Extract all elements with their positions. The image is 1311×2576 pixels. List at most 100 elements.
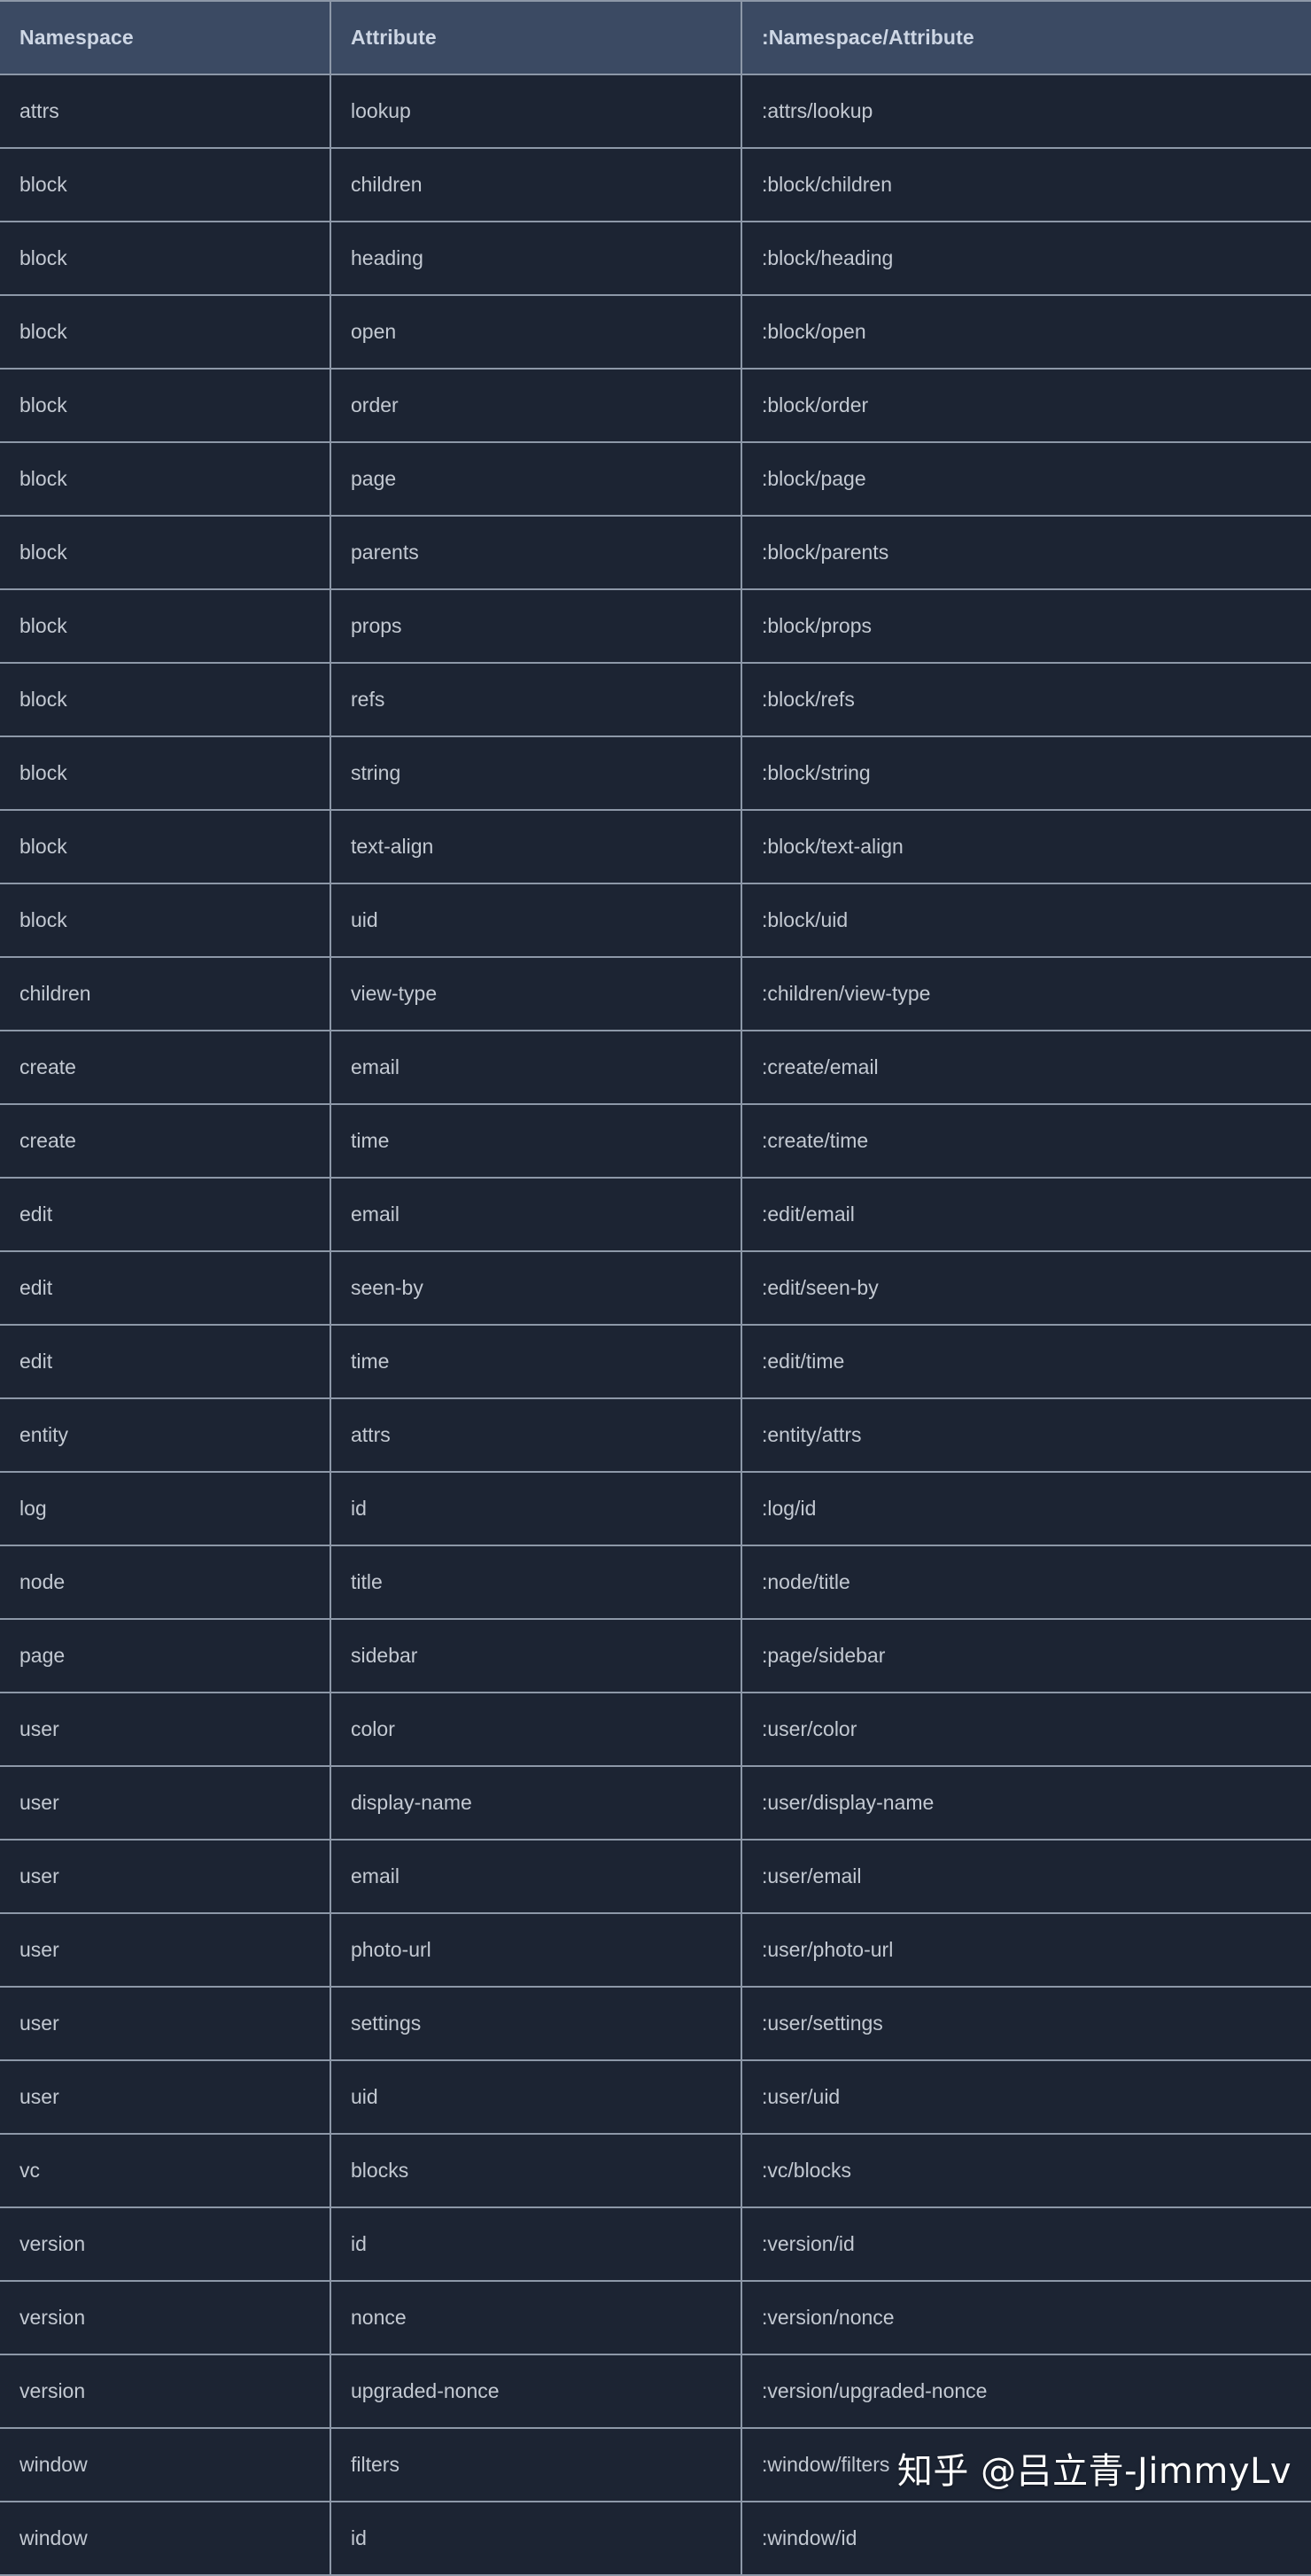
table-row: version id:version/id xyxy=(0,2207,1311,2282)
cell-namespace: block xyxy=(0,295,331,370)
cell-namespace: block xyxy=(0,442,331,517)
cell-namespace: block xyxy=(0,369,331,443)
table-row: block page:block/page xyxy=(0,442,1311,517)
cell-qualified-attribute: :block/open xyxy=(741,295,1311,370)
cell-namespace: window xyxy=(0,2428,331,2502)
cell-attribute: attrs xyxy=(330,1398,742,1473)
cell-qualified-attribute: :window/id xyxy=(741,2502,1311,2576)
cell-attribute: settings xyxy=(330,1987,742,2061)
cell-qualified-attribute: :vc/blocks xyxy=(741,2134,1311,2208)
table-row: window id:window/id xyxy=(0,2502,1311,2576)
cell-attribute: blocks xyxy=(330,2134,742,2208)
cell-namespace: version xyxy=(0,2281,331,2355)
cell-qualified-attribute: :version/upgraded-nonce xyxy=(741,2354,1311,2429)
cell-qualified-attribute: :version/id xyxy=(741,2207,1311,2282)
table-body: attrs lookup:attrs/lookup block children:bl… xyxy=(0,74,1311,2576)
table-row: user photo-url:user/photo-url xyxy=(0,1913,1311,1988)
table-row: block children:block/children xyxy=(0,148,1311,222)
cell-attribute: view-type xyxy=(330,957,742,1031)
table-row: children view-type:children/view-type xyxy=(0,957,1311,1031)
cell-attribute: email xyxy=(330,1031,742,1105)
cell-namespace: node xyxy=(0,1545,331,1620)
cell-qualified-attribute: :user/photo-url xyxy=(741,1913,1311,1988)
cell-qualified-attribute: :create/time xyxy=(741,1104,1311,1179)
table-row: create email:create/email xyxy=(0,1031,1311,1105)
cell-qualified-attribute: :block/heading xyxy=(741,222,1311,296)
cell-qualified-attribute: :version/nonce xyxy=(741,2281,1311,2355)
cell-attribute: string xyxy=(330,736,742,811)
table-header: Namespace Attribute :Namespace/Attribute xyxy=(0,0,1311,75)
cell-namespace: create xyxy=(0,1031,331,1105)
cell-qualified-attribute: :user/color xyxy=(741,1693,1311,1767)
table-row: entity attrs:entity/attrs xyxy=(0,1398,1311,1473)
table-row: user email:user/email xyxy=(0,1840,1311,1914)
cell-namespace: page xyxy=(0,1619,331,1693)
table-row: user color:user/color xyxy=(0,1693,1311,1767)
cell-attribute: title xyxy=(330,1545,742,1620)
cell-qualified-attribute: :edit/seen-by xyxy=(741,1251,1311,1326)
cell-namespace: user xyxy=(0,1766,331,1841)
cell-qualified-attribute: :window/filters xyxy=(741,2428,1311,2502)
cell-attribute: photo-url xyxy=(330,1913,742,1988)
cell-qualified-attribute: :page/sidebar xyxy=(741,1619,1311,1693)
table-row: edit email:edit/email xyxy=(0,1178,1311,1252)
cell-qualified-attribute: :create/email xyxy=(741,1031,1311,1105)
cell-namespace: vc xyxy=(0,2134,331,2208)
cell-namespace: version xyxy=(0,2207,331,2282)
cell-attribute: lookup xyxy=(330,74,742,149)
column-header-attribute[interactable]: Attribute xyxy=(330,0,742,75)
cell-namespace: block xyxy=(0,222,331,296)
cell-qualified-attribute: :block/order xyxy=(741,369,1311,443)
cell-attribute: parents xyxy=(330,516,742,590)
table-row: block props:block/props xyxy=(0,589,1311,664)
column-header-qualified-attribute[interactable]: :Namespace/Attribute xyxy=(741,0,1311,75)
table-row: version nonce:version/nonce xyxy=(0,2281,1311,2355)
cell-qualified-attribute: :block/props xyxy=(741,589,1311,664)
cell-namespace: edit xyxy=(0,1178,331,1252)
cell-namespace: version xyxy=(0,2354,331,2429)
cell-namespace: entity xyxy=(0,1398,331,1473)
cell-namespace: create xyxy=(0,1104,331,1179)
cell-namespace: user xyxy=(0,1840,331,1914)
cell-namespace: children xyxy=(0,957,331,1031)
cell-attribute: text-align xyxy=(330,810,742,884)
table-row: block text-align:block/text-align xyxy=(0,810,1311,884)
cell-qualified-attribute: :user/display-name xyxy=(741,1766,1311,1841)
cell-attribute: id xyxy=(330,2207,742,2282)
cell-qualified-attribute: :entity/attrs xyxy=(741,1398,1311,1473)
cell-qualified-attribute: :log/id xyxy=(741,1472,1311,1546)
column-header-namespace[interactable]: Namespace xyxy=(0,0,331,75)
cell-qualified-attribute: :block/refs xyxy=(741,663,1311,737)
table-row: attrs lookup:attrs/lookup xyxy=(0,74,1311,149)
cell-namespace: block xyxy=(0,589,331,664)
cell-qualified-attribute: :block/parents xyxy=(741,516,1311,590)
cell-attribute: heading xyxy=(330,222,742,296)
cell-attribute: uid xyxy=(330,883,742,958)
cell-qualified-attribute: :block/text-align xyxy=(741,810,1311,884)
cell-qualified-attribute: :node/title xyxy=(741,1545,1311,1620)
table-row: block uid:block/uid xyxy=(0,883,1311,958)
cell-qualified-attribute: :edit/time xyxy=(741,1325,1311,1399)
table-header-row: Namespace Attribute :Namespace/Attribute xyxy=(0,0,1311,75)
cell-namespace: user xyxy=(0,2060,331,2135)
cell-namespace: block xyxy=(0,148,331,222)
cell-attribute: open xyxy=(330,295,742,370)
cell-qualified-attribute: :user/settings xyxy=(741,1987,1311,2061)
cell-attribute: display-name xyxy=(330,1766,742,1841)
cell-qualified-attribute: :edit/email xyxy=(741,1178,1311,1252)
table-row: user uid:user/uid xyxy=(0,2060,1311,2135)
cell-namespace: block xyxy=(0,810,331,884)
cell-attribute: sidebar xyxy=(330,1619,742,1693)
table-row: create time:create/time xyxy=(0,1104,1311,1179)
cell-attribute: refs xyxy=(330,663,742,737)
cell-attribute: email xyxy=(330,1840,742,1914)
cell-namespace: block xyxy=(0,516,331,590)
table-row: block heading:block/heading xyxy=(0,222,1311,296)
cell-attribute: filters xyxy=(330,2428,742,2502)
cell-attribute: time xyxy=(330,1325,742,1399)
cell-namespace: user xyxy=(0,1693,331,1767)
cell-attribute: order xyxy=(330,369,742,443)
table-row: vc blocks:vc/blocks xyxy=(0,2134,1311,2208)
cell-qualified-attribute: :block/children xyxy=(741,148,1311,222)
table-row: log id:log/id xyxy=(0,1472,1311,1546)
